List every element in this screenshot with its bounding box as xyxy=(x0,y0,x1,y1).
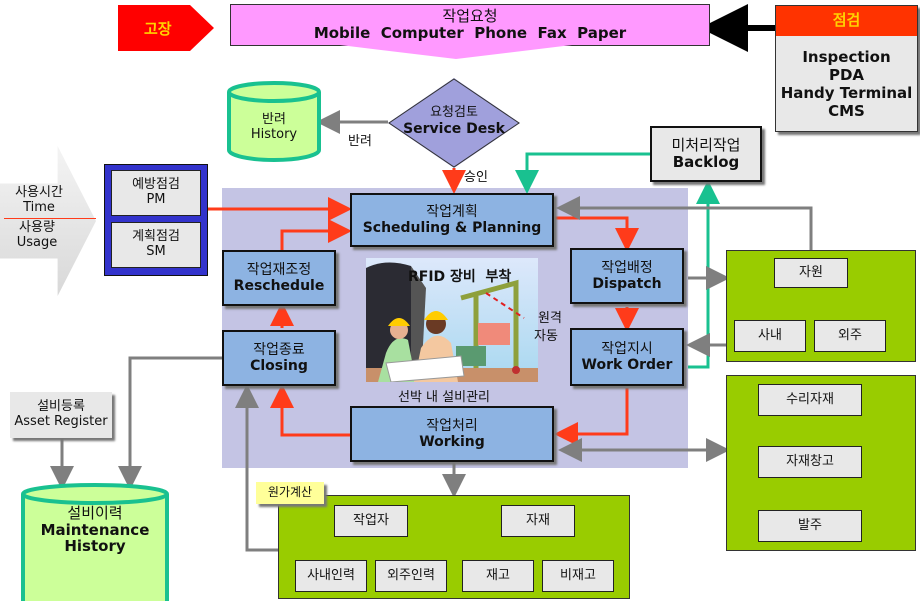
edge-backlog-planning xyxy=(515,152,650,194)
edge-working-closing xyxy=(270,384,350,437)
usage-time-en: Time xyxy=(23,200,55,215)
usage-time-ko: 사용시간 xyxy=(15,185,63,201)
edge-workorder-working xyxy=(554,388,629,446)
maintenance-history-ko: 설비이력 xyxy=(67,504,123,523)
closing-box: 작업종료 Closing xyxy=(222,330,336,386)
working-box: 작업처리 Working xyxy=(350,406,554,462)
edge-reschedule-planning xyxy=(280,219,352,250)
remote-label-2: 자동 xyxy=(534,329,558,344)
material-warehouse: 자재창고 xyxy=(758,446,862,478)
cost-material-nonstock: 비재고 xyxy=(542,560,614,592)
sm-box: 계획점검 SM xyxy=(111,222,201,268)
usage-usage-ko: 사용량 xyxy=(19,220,55,236)
material-repair: 수리자재 xyxy=(758,384,862,416)
inspection-line: PDA xyxy=(828,65,865,84)
rfid-caption: RFID 장비 부착 xyxy=(408,269,512,285)
edge-closing-history xyxy=(118,356,222,490)
resource-root: 자원 xyxy=(774,258,848,288)
return-history-ko: 반려 xyxy=(262,112,286,128)
service-desk-en: Service Desk xyxy=(403,121,505,138)
planning-box: 작업계획 Scheduling & Planning xyxy=(350,193,554,247)
approve-edge-label: 승인 xyxy=(464,170,488,185)
cost-material-stock: 재고 xyxy=(462,560,534,592)
cost-label: 원가계산 xyxy=(256,482,324,504)
reschedule-box: 작업재조정 Reschedule xyxy=(222,250,336,306)
remote-label-1: 원격 xyxy=(538,311,562,326)
inspection-line: Inspection xyxy=(802,47,891,66)
work-order-box: 작업지시 Work Order xyxy=(570,328,684,386)
maintenance-history-en2: History xyxy=(64,537,126,556)
return-edge-label: 반려 xyxy=(348,134,372,149)
shipboard-caption: 선박 내 설비관리 xyxy=(398,390,490,405)
material-purchase-order: 발주 xyxy=(758,510,862,542)
cost-material: 자재 xyxy=(501,505,575,537)
usage-usage-en: Usage xyxy=(16,235,58,250)
maintenance-history-en1: Maintenance xyxy=(40,520,150,539)
edge-planning-dispatch xyxy=(554,216,639,252)
resource-outsource: 외주 xyxy=(814,320,886,352)
resource-internal: 사내 xyxy=(734,320,806,352)
dispatch-box: 작업배정 Dispatch xyxy=(570,248,684,304)
request-title: 작업요청 xyxy=(442,6,498,25)
inspection-box: 점검 Inspection PDA Handy Terminal CMS xyxy=(775,5,918,132)
cost-worker: 작업자 xyxy=(334,505,408,537)
work-request-box: 작업요청 Mobile Computer Phone Fax Paper xyxy=(230,4,710,46)
cost-worker-internal: 사내인력 xyxy=(295,560,367,592)
asset-register-box: 설비등록 Asset Register xyxy=(10,392,112,438)
edge-cost-closing xyxy=(235,384,278,552)
backlog-box: 미처리작업 Backlog xyxy=(650,126,762,182)
inspection-header: 점검 xyxy=(776,6,917,36)
return-history-en: History xyxy=(250,127,298,142)
inspection-line: CMS xyxy=(828,101,865,120)
request-channels: Mobile Computer Phone Fax Paper xyxy=(313,24,627,42)
inspection-line: Handy Terminal xyxy=(780,83,913,102)
cost-worker-outsource: 외주인력 xyxy=(375,560,447,592)
pm-box: 예방점검 PM xyxy=(111,170,201,216)
usage-divider xyxy=(4,218,96,219)
service-desk-ko: 요청검토 xyxy=(430,105,478,121)
fault-label: 고장 xyxy=(144,20,172,38)
